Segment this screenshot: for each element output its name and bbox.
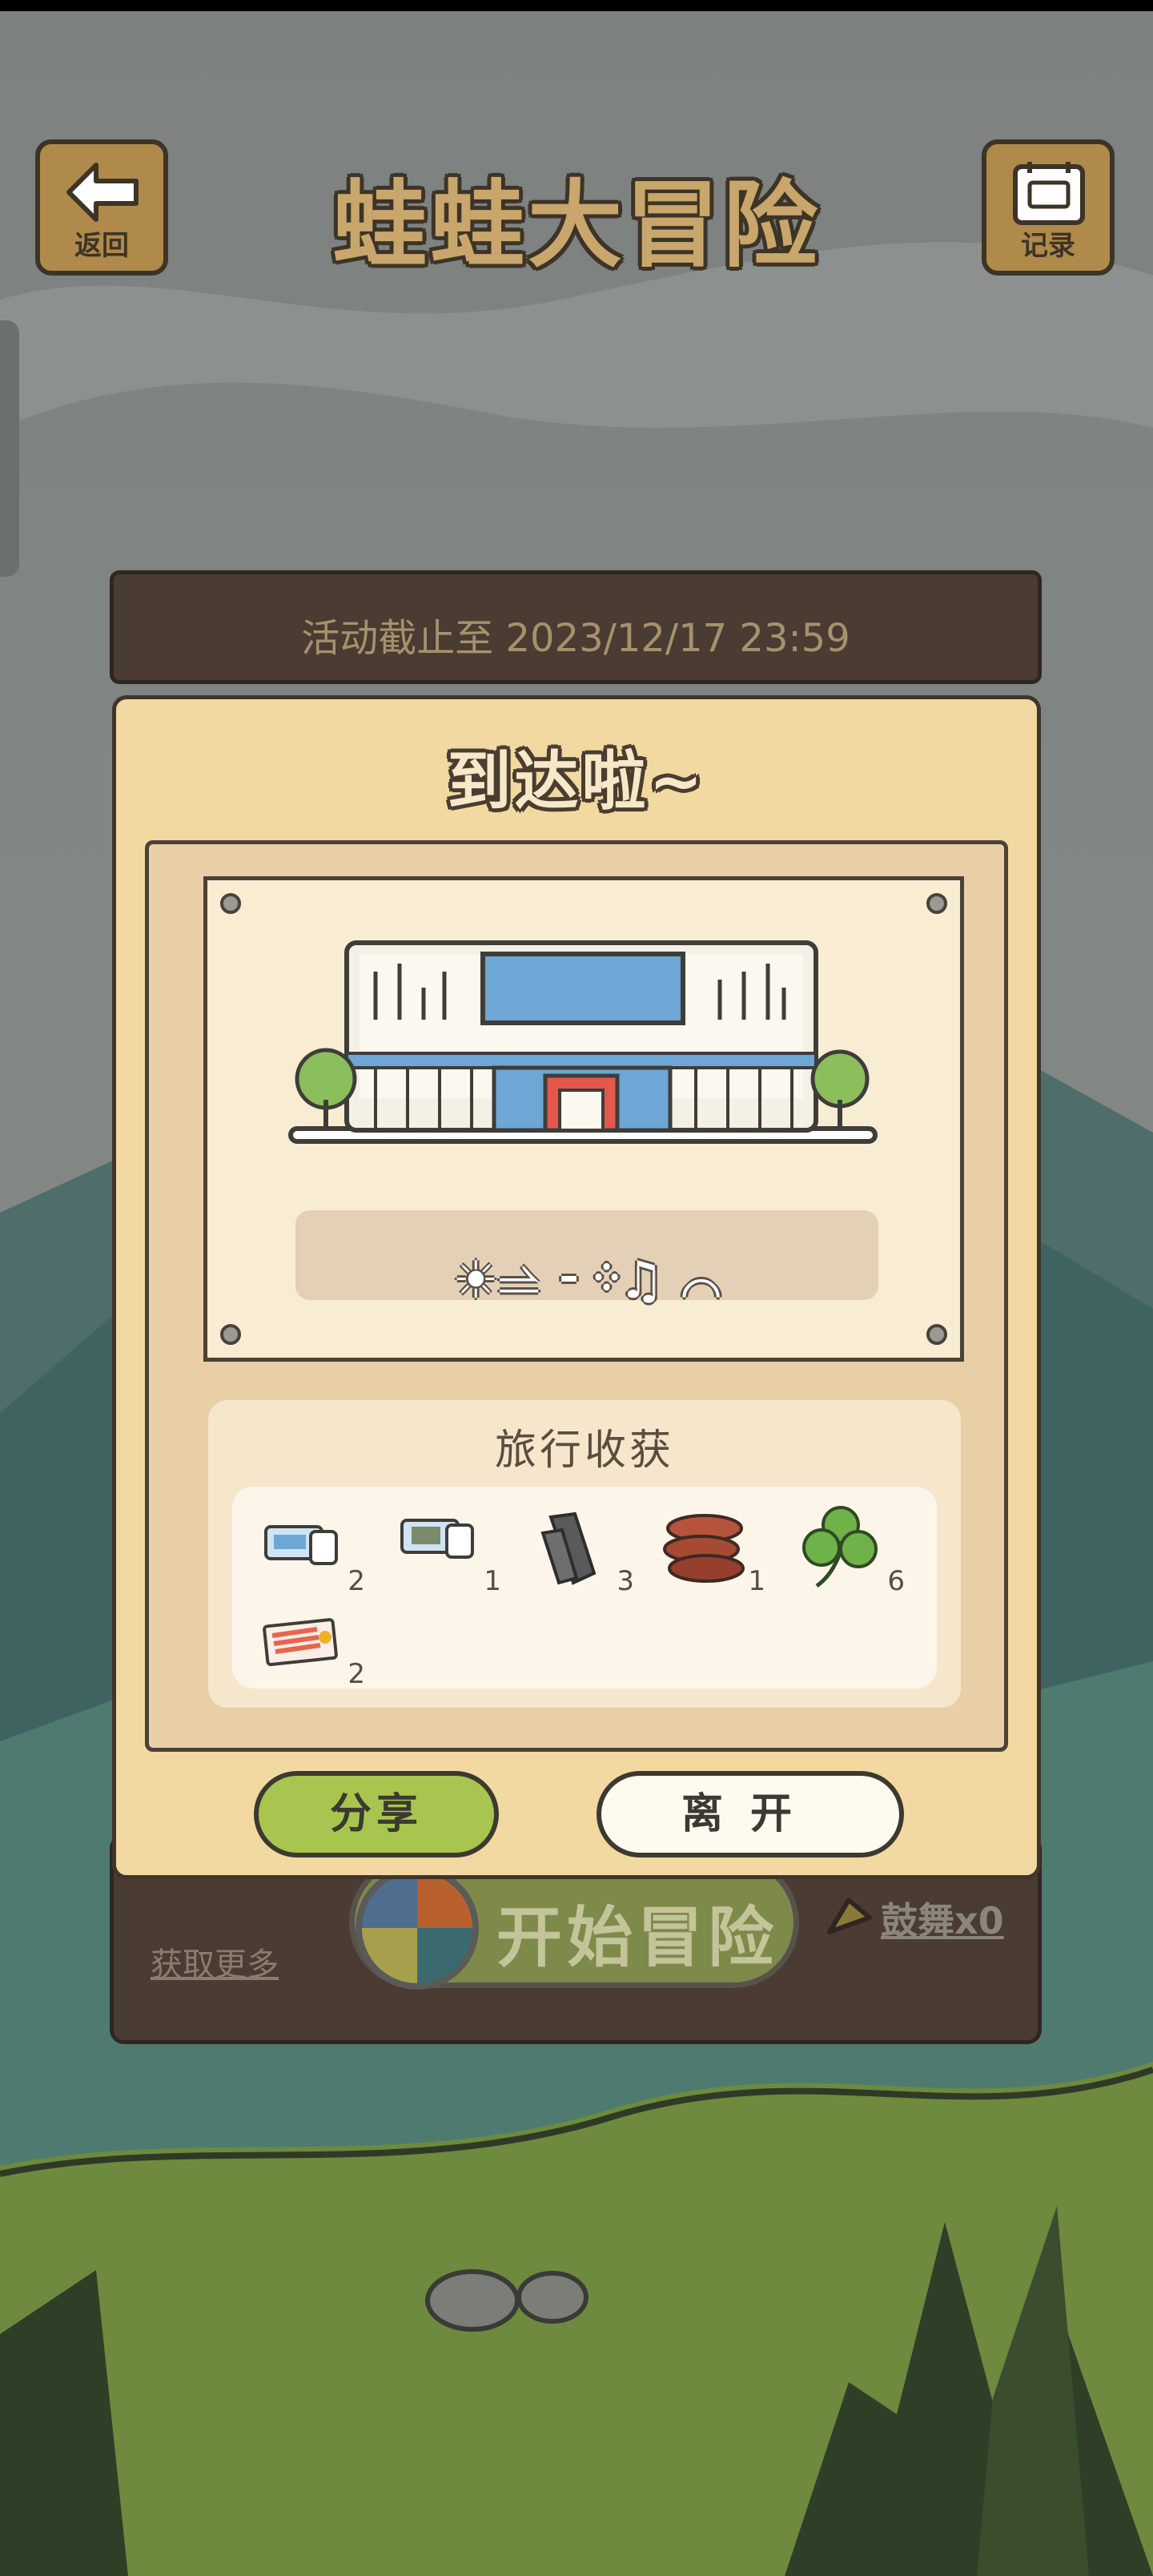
wood-icon [540,1511,597,1585]
encourage-counter[interactable]: 鼓舞x0 [881,1892,1004,1945]
event-deadline-board: 活动截止至 2023/12/17 23:59 [110,570,1042,684]
side-handle[interactable] [0,320,19,577]
record-label: 记录 [1021,230,1075,262]
building-illustration [288,940,878,1144]
harvest-panel: 旅行收获 2 1 3 1 6 2 [208,1400,961,1708]
start-adventure-label: 开始冒险 [496,1900,779,1976]
harvest-item[interactable]: 1 [397,1509,501,1597]
harvest-items: 2 1 3 1 6 2 [232,1487,937,1690]
item-count: 6 [887,1565,905,1597]
harvest-item[interactable]: 1 [661,1509,765,1597]
destination-poster: ☀⥬ ⁃᠅♫ ⌒ [203,876,964,1362]
get-more-link[interactable]: 获取更多 [151,1938,279,1985]
wheel-icon [356,1866,479,1990]
calendar-icon [1013,162,1085,225]
harvest-item[interactable]: 6 [801,1506,905,1597]
sausage-icon [663,1514,745,1583]
destination-phrase-bar: ☀⥬ ⁃᠅♫ ⌒ [295,1210,878,1310]
leave-button[interactable]: 离开 [597,1771,904,1858]
share-button[interactable]: 分享 [254,1771,499,1858]
game-title: 蛙蛙大冒险 [331,170,821,280]
back-button[interactable]: 返回 [35,139,168,276]
destination-phrase: ☀⥬ ⁃᠅♫ ⌒ [452,1251,721,1310]
item-count: 2 [348,1565,365,1597]
dialog-content-frame: ☀⥬ ⁃᠅♫ ⌒ 旅行收获 2 1 3 1 6 2 [145,840,1008,1752]
arrival-dialog: 到达啦~ ☀⥬ ⁃᠅♫ ⌒ 旅行收获 2 1 3 1 6 2 分享 离开 [112,695,1041,1879]
horn-icon [827,1898,872,1934]
dialog-title: 到达啦~ [447,744,706,819]
nail-icon [220,893,241,914]
item-count: 1 [748,1565,765,1597]
nail-icon [926,893,947,914]
ticket-icon [264,1525,338,1565]
clover-icon [802,1506,878,1588]
ticket-icon [400,1519,474,1559]
harvest-item[interactable]: 3 [530,1509,634,1597]
harvest-item[interactable]: 2 [261,1602,365,1690]
status-bar [0,0,1153,11]
nail-icon [926,1324,947,1345]
item-count: 1 [484,1565,501,1597]
record-button[interactable]: 记录 [982,139,1115,276]
harvest-item[interactable]: 2 [261,1509,365,1597]
arrow-left-icon [66,163,139,222]
back-label: 返回 [74,230,129,262]
item-count: 3 [617,1565,634,1597]
postcard-icon [263,1618,338,1667]
event-deadline-text: 活动截止至 2023/12/17 23:59 [301,616,850,661]
nail-icon [220,1324,241,1345]
item-count: 2 [348,1658,365,1690]
harvest-title: 旅行收获 [494,1427,674,1475]
